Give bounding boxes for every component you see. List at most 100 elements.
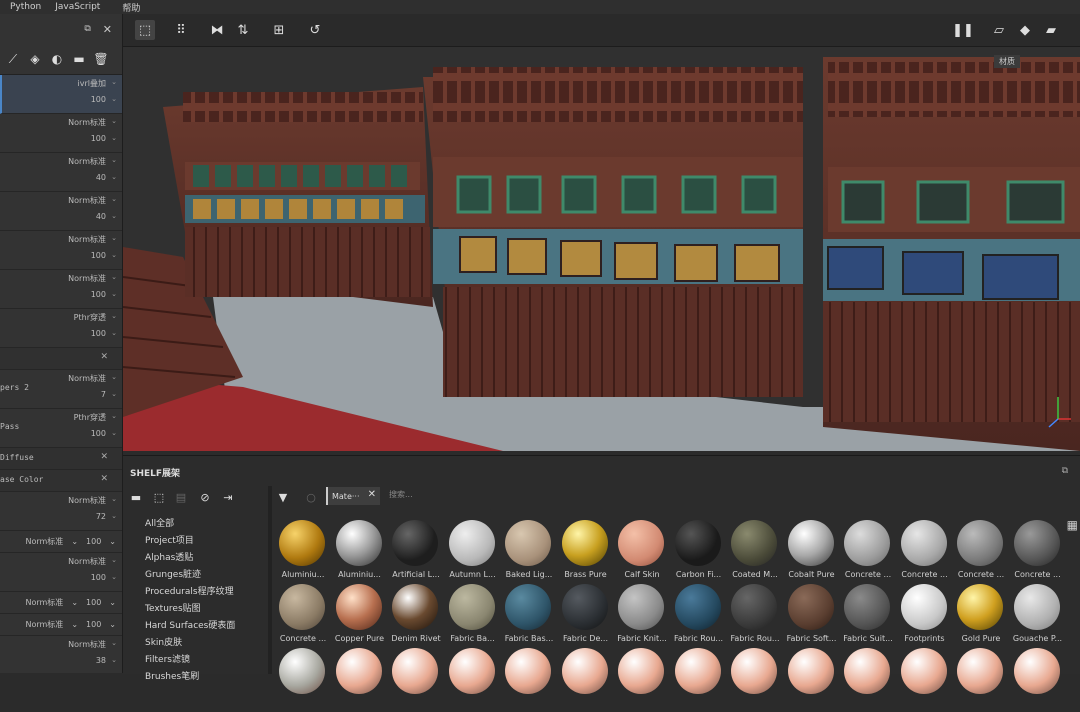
close-icon[interactable]: ✕ [368,489,376,500]
blend-mode[interactable]: Norm标准 [68,273,106,284]
layer-row[interactable]: Norm标准 ⌄ 72 ⌄ [0,492,122,531]
blend-mode[interactable]: Norm标准 [25,536,63,547]
layer-row-compact[interactable]: Norm标准 ⌄ 100 ⌄ [0,531,122,553]
chevron-down-icon[interactable]: ⌄ [111,273,117,281]
opacity-value[interactable]: 38 [96,656,106,665]
category-item[interactable]: Grunges脏迹 [145,567,265,584]
material-tile[interactable]: Copper Pure [332,584,388,648]
chevron-down-icon[interactable]: ⌄ [111,656,117,664]
opacity-value[interactable]: 100 [86,537,101,546]
export-icon[interactable]: ⇥ [220,489,236,505]
undock-icon[interactable]: ⧉ [1062,466,1068,476]
layer-row[interactable]: Norm标准 ⌄ 100 ⌄ [0,231,122,270]
hide-icon[interactable]: ⊘ [197,489,213,505]
material-tile[interactable]: Baked Lig... [501,520,557,584]
3d-viewport[interactable]: 材质 [123,47,1080,451]
opacity-value[interactable]: 100 [91,251,106,260]
opacity-value[interactable]: 40 [96,212,106,221]
material-tile[interactable]: Fabric Rou... [727,584,783,648]
channel-base-color[interactable]: ase Color ✕ [0,470,122,492]
layer-row[interactable]: Norm标准 ⌄ 100 ⌄ [0,114,122,153]
blend-mode[interactable]: Norm标准 [25,597,63,608]
opacity-value[interactable]: 100 [91,573,106,582]
material-tile[interactable]: Fabric De... [558,584,614,648]
chevron-down-icon[interactable]: ⌄ [111,312,117,320]
category-item[interactable]: Alphas透贴 [145,550,265,567]
layer-row[interactable]: Norm标准 ⌄ 40 ⌄ [0,192,122,231]
material-tile[interactable]: Concrete ... [840,520,896,584]
chevron-down-icon[interactable]: ⌄ [111,390,117,398]
blend-mode[interactable]: Norm标准 [25,619,63,630]
pause-icon[interactable]: ❚❚ [952,20,974,40]
search-input[interactable]: 搜索... [389,489,413,500]
material-tile[interactable] [953,648,1009,712]
material-tile[interactable]: Concrete ... [953,520,1009,584]
chevron-down-icon[interactable]: ⌄ [111,95,117,103]
category-item[interactable]: Textures贴图 [145,601,265,618]
chevron-down-icon[interactable]: ⌄ [111,573,117,581]
blend-mode[interactable]: Norm标准 [68,234,106,245]
opacity-value[interactable]: 100 [91,290,106,299]
chevron-down-icon[interactable]: ⌄ [111,251,117,259]
blend-mode[interactable]: Pthr穿透 [74,412,106,423]
material-tile[interactable] [727,648,783,712]
chevron-down-icon[interactable]: ⌄ [71,620,78,629]
opacity-value[interactable]: 100 [91,95,106,104]
material-tile[interactable]: Fabric Rou... [671,584,727,648]
category-item[interactable]: All全部 [145,516,265,533]
material-tile[interactable]: Brass Pure [558,520,614,584]
material-tile[interactable]: Cobalt Pure [784,520,840,584]
material-tile[interactable]: Concrete ... [897,520,953,584]
add-frame-icon[interactable]: ⊞ [269,20,289,40]
material-tile[interactable] [897,648,953,712]
material-tile[interactable]: Fabric Bas... [501,584,557,648]
paint-brush-icon[interactable]: ⟋ [6,52,20,66]
blend-mode[interactable]: Norm标准 [68,156,106,167]
filter-icon[interactable]: ▼ [275,489,291,505]
import-icon[interactable]: ⬚ [151,489,167,505]
material-tile[interactable] [275,648,331,712]
menu-javascript[interactable]: JavaScript [55,2,100,12]
chevron-down-icon[interactable]: ⌄ [111,373,117,381]
camera-icon[interactable]: ▰ [1041,20,1061,40]
layer-row[interactable]: Pthr穿透 ⌄ 100 ⌄ [0,309,122,348]
chevron-down-icon[interactable]: ⌄ [71,537,78,546]
trash-icon[interactable]: 🗑 [93,52,108,66]
selection-mode-icon[interactable]: ⬚ [135,20,155,40]
chevron-down-icon[interactable]: ⌄ [71,598,78,607]
category-item[interactable]: Procedurals程序纹理 [145,584,265,601]
material-tile[interactable]: Carbon Fi... [671,520,727,584]
mask-icon[interactable]: ◐ [50,52,64,66]
material-tile[interactable]: Denim Rivet [388,584,444,648]
chevron-down-icon[interactable]: ⌄ [111,234,117,242]
material-tile[interactable]: Concrete ... [1010,520,1066,584]
layer-slot-empty[interactable]: ✕ [0,348,122,370]
viewport-view-icon[interactable]: ▱ [989,20,1009,40]
material-tile[interactable]: Footprints [897,584,953,648]
remove-icon[interactable]: ✕ [100,352,108,362]
material-tile[interactable]: Fabric Suit... [840,584,896,648]
folder-icon[interactable]: ▬ [72,52,86,66]
opacity-value[interactable]: 7 [101,390,106,399]
opacity-value[interactable]: 100 [86,598,101,607]
blend-mode[interactable]: Norm标准 [68,117,106,128]
layer-row[interactable]: Norm标准 ⌄ 38 ⌄ [0,636,122,673]
opacity-value[interactable]: 100 [91,429,106,438]
chevron-down-icon[interactable]: ⌄ [111,195,117,203]
material-tile[interactable]: Aluminiu... [332,520,388,584]
chevron-down-icon[interactable]: ⌄ [111,512,117,520]
undock-icon[interactable]: ⧉ [84,24,90,34]
material-tile[interactable]: Artificial L... [388,520,444,584]
material-tile[interactable]: Fabric Ba... [445,584,501,648]
blend-mode[interactable]: Norm标准 [68,495,106,506]
material-tile[interactable]: Calf Skin [614,520,670,584]
chevron-down-icon[interactable]: ⌄ [111,173,117,181]
grid-view-icon[interactable]: ▦ [1067,518,1078,532]
chevron-down-icon[interactable]: ⌄ [111,639,117,647]
chevron-down-icon[interactable]: ⌄ [111,329,117,337]
opacity-value[interactable]: 100 [86,620,101,629]
save-icon[interactable]: ▤ [173,489,189,505]
chevron-down-icon[interactable]: ⌄ [111,412,117,420]
opacity-value[interactable]: 100 [91,329,106,338]
material-tile[interactable] [671,648,727,712]
